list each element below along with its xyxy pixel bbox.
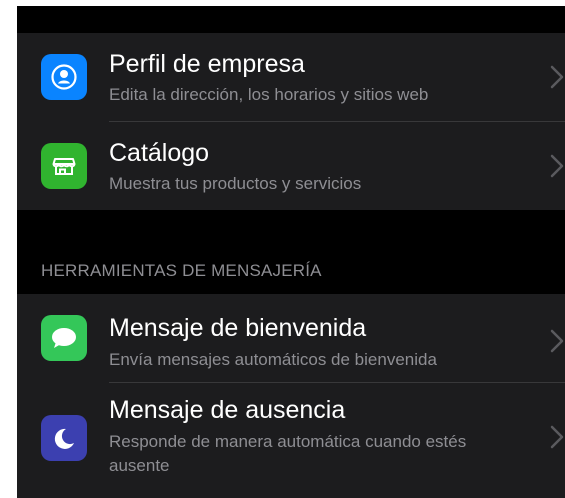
business-profile-subtitle: Edita la dirección, los horarios y sitio… bbox=[109, 85, 429, 104]
business-profile-icon bbox=[41, 54, 87, 100]
away-message-subtitle: Responde de manera automática cuando est… bbox=[109, 432, 467, 475]
business-profile-row[interactable]: Perfil de empresa Edita la dirección, lo… bbox=[17, 33, 565, 121]
greeting-message-title: Mensaje de bienvenida bbox=[109, 314, 367, 342]
catalog-subtitle: Muestra tus productos y servicios bbox=[109, 174, 362, 193]
catalog-row[interactable]: Catálogo Muestra tus productos y servici… bbox=[17, 122, 565, 210]
chevron-right-icon bbox=[550, 425, 564, 449]
chat-bubble-icon bbox=[41, 315, 87, 361]
business-profile-title: Perfil de empresa bbox=[109, 50, 305, 78]
chevron-right-icon bbox=[550, 329, 564, 353]
catalog-title: Catálogo bbox=[109, 139, 210, 167]
settings-screen: Perfil de empresa Edita la dirección, lo… bbox=[17, 6, 565, 498]
away-message-row[interactable]: Mensaje de ausencia Responde de manera a… bbox=[17, 383, 565, 493]
greeting-message-row[interactable]: Mensaje de bienvenida Envía mensajes aut… bbox=[17, 294, 565, 382]
away-message-title: Mensaje de ausencia bbox=[109, 396, 346, 424]
chevron-right-icon bbox=[550, 154, 564, 178]
storefront-icon bbox=[41, 143, 87, 189]
section-header-messaging-tools: HERRAMIENTAS DE MENSAJERÍA bbox=[41, 261, 322, 280]
messaging-tools-group: Mensaje de bienvenida Envía mensajes aut… bbox=[17, 294, 565, 498]
business-tools-group: Perfil de empresa Edita la dirección, lo… bbox=[17, 33, 565, 210]
chevron-right-icon bbox=[550, 65, 564, 89]
moon-icon bbox=[41, 415, 87, 461]
greeting-message-subtitle: Envía mensajes automáticos de bienvenida bbox=[109, 350, 437, 369]
